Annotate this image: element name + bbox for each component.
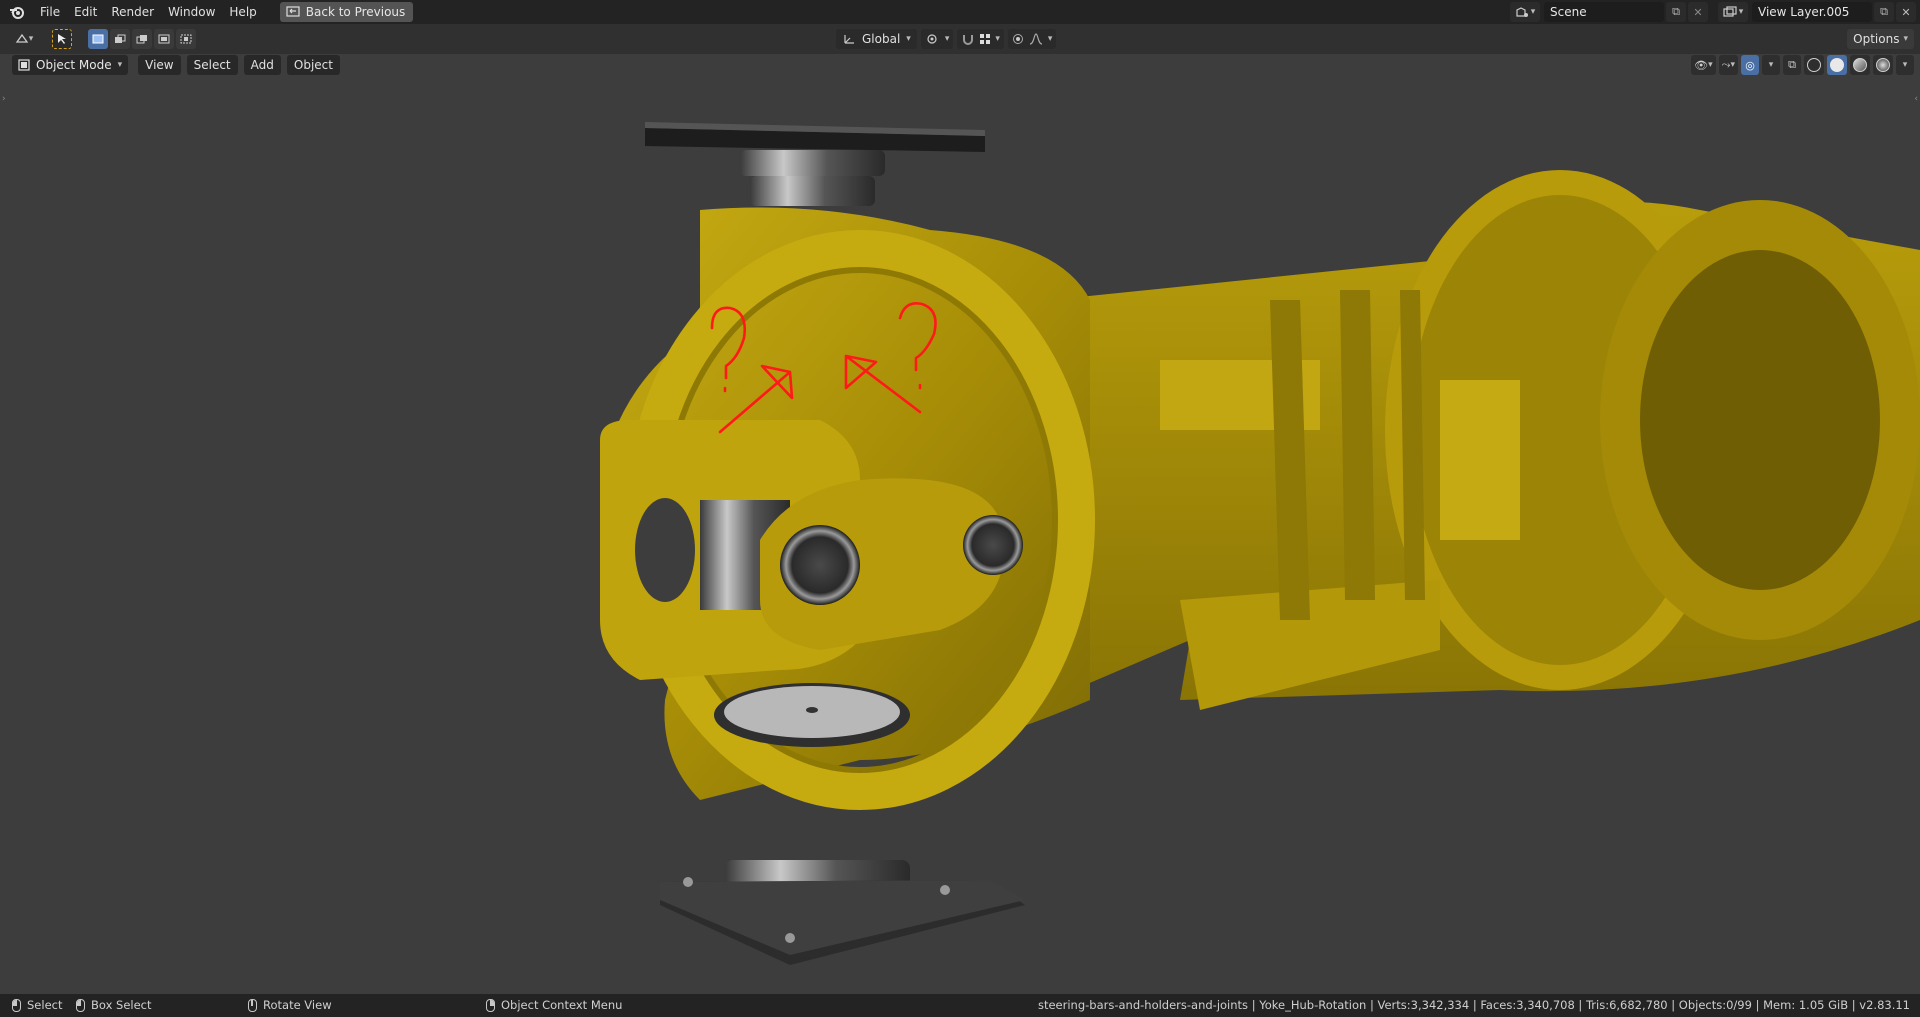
status-select-hint: Select — [12, 998, 62, 1012]
options-label: Options — [1853, 32, 1900, 46]
object-mode-label: Object Mode — [36, 58, 112, 72]
scene-new-icon[interactable]: ⧉ — [1666, 2, 1686, 22]
status-context-menu-label: Object Context Menu — [501, 998, 623, 1012]
scene-name-field[interactable]: Scene — [1544, 2, 1664, 22]
wireframe-shading-icon[interactable] — [1804, 55, 1824, 75]
view-layer-browse-icon[interactable]: ▾ — [1718, 2, 1748, 22]
select-cursor-icon[interactable] — [52, 29, 72, 49]
material-shading-icon[interactable] — [1850, 55, 1870, 75]
status-box-select-label: Box Select — [91, 998, 152, 1012]
orientation-axes-icon — [844, 35, 854, 44]
viewport-menu-select[interactable]: Select — [186, 55, 238, 75]
top-menu-bar: File Edit Render Window Help Back to Pre… — [0, 0, 1920, 24]
snap-group: ▾ — [957, 29, 1004, 49]
scene-and-layer-selectors: ▾ Scene ⧉ ✕ ▾ View Layer.005 ⧉ ✕ — [1510, 0, 1920, 24]
select-mode-subtract-icon[interactable] — [132, 29, 152, 49]
rendered-shading-icon[interactable] — [1873, 55, 1893, 75]
mouse-left-icon — [12, 998, 21, 1012]
back-to-previous-label: Back to Previous — [305, 5, 406, 19]
transform-orientation-label: Global — [862, 32, 901, 46]
scene-close-icon[interactable]: ✕ — [1688, 2, 1708, 22]
select-mode-extend-icon[interactable] — [110, 29, 130, 49]
view-layer-field[interactable]: View Layer.005 — [1752, 2, 1872, 22]
menu-render[interactable]: Render — [104, 2, 161, 22]
viewport-menu-add[interactable]: Add — [243, 55, 281, 75]
3d-viewport[interactable]: › ‹ — [0, 54, 1920, 994]
top-mount-plate[interactable] — [645, 122, 985, 206]
status-select-label: Select — [27, 998, 63, 1012]
steering-housing[interactable] — [1050, 170, 1920, 710]
viewport-menu-object[interactable]: Object — [286, 55, 340, 75]
solid-shading-icon[interactable] — [1827, 55, 1847, 75]
yoke-hub[interactable] — [600, 207, 1095, 810]
status-context-menu-hint: Object Context Menu — [486, 998, 622, 1012]
selection-mode-group — [88, 29, 196, 49]
transform-orientation-group: Global ▾ ▾ ▾ ▾ — [836, 29, 1057, 49]
select-mode-intersect-icon[interactable] — [176, 29, 196, 49]
pivot-point-dropdown[interactable]: ▾ — [920, 29, 954, 49]
viewport-shading-controls: 👁 ▾ ⤳ ▾ ◎ ▾ ⧉ ▾ — [1691, 54, 1914, 76]
status-bar: Select Box Select Rotate View Object Con… — [0, 994, 1920, 1017]
scene-name: Scene — [1550, 5, 1587, 19]
select-mode-set-icon[interactable] — [88, 29, 108, 49]
falloff-curve-icon[interactable] — [1029, 33, 1043, 45]
proportional-edit-icon[interactable] — [1012, 33, 1024, 45]
proportional-edit-group: ▾ — [1007, 29, 1057, 49]
editor-type-group: ▾ — [8, 29, 40, 49]
select-mode-invert-icon[interactable] — [154, 29, 174, 49]
gizmo-icon[interactable]: ⤳ ▾ — [1718, 55, 1738, 75]
bottom-mount-plate[interactable] — [660, 860, 1025, 965]
back-to-previous-button[interactable]: Back to Previous — [279, 2, 414, 22]
view-layer-close-icon[interactable]: ✕ — [1896, 2, 1916, 22]
editor-type-icon[interactable]: ▾ — [8, 29, 40, 49]
mouse-drag-icon — [76, 998, 85, 1012]
snap-increment-icon[interactable] — [979, 33, 991, 45]
status-box-select-hint: Box Select — [76, 998, 152, 1012]
scene-browse-icon[interactable]: ▾ — [1510, 2, 1540, 22]
object-mode-dropdown[interactable]: Object Mode ▾ — [12, 55, 129, 75]
view-layer-new-icon[interactable]: ⧉ — [1874, 2, 1894, 22]
status-rotate-hint: Rotate View — [248, 998, 332, 1012]
pivot-point-icon — [927, 34, 937, 44]
viewport-header: Object Mode ▾ View Select Add Object 👁 ▾ … — [0, 54, 1920, 76]
menu-window[interactable]: Window — [161, 2, 222, 22]
overlays-dropdown-icon[interactable]: ▾ — [1762, 55, 1780, 75]
mouse-right-icon — [486, 998, 495, 1012]
object-mode-icon — [18, 59, 30, 71]
overlays-icon[interactable]: ◎ — [1741, 55, 1759, 75]
menu-edit[interactable]: Edit — [67, 2, 104, 22]
shading-options-dropdown-icon[interactable]: ▾ — [1896, 55, 1914, 75]
scene-render — [600, 122, 1920, 965]
screen-back-icon — [286, 6, 300, 17]
scene-statistics: steering-bars-and-holders-and-joints | Y… — [1037, 998, 1910, 1012]
transform-orientation-dropdown[interactable]: Global ▾ — [836, 29, 917, 49]
status-rotate-label: Rotate View — [263, 998, 332, 1012]
menu-help[interactable]: Help — [222, 2, 263, 22]
options-dropdown[interactable]: Options ▾ — [1847, 29, 1914, 49]
visibility-eye-icon[interactable]: 👁 ▾ — [1691, 55, 1716, 75]
select-tool-group — [52, 29, 72, 49]
tool-header: ▾ Global ▾ ▾ ▾ ▾ Options ▾ — [0, 24, 1920, 54]
menu-file[interactable]: File — [33, 2, 67, 22]
mouse-middle-icon — [248, 998, 257, 1012]
viewport-menu-view[interactable]: View — [138, 55, 181, 75]
xray-toggle-icon[interactable]: ⧉ — [1783, 55, 1801, 75]
view-layer-name: View Layer.005 — [1758, 5, 1850, 19]
blender-logo-icon[interactable] — [9, 4, 25, 20]
snap-magnet-icon[interactable] — [961, 33, 975, 45]
